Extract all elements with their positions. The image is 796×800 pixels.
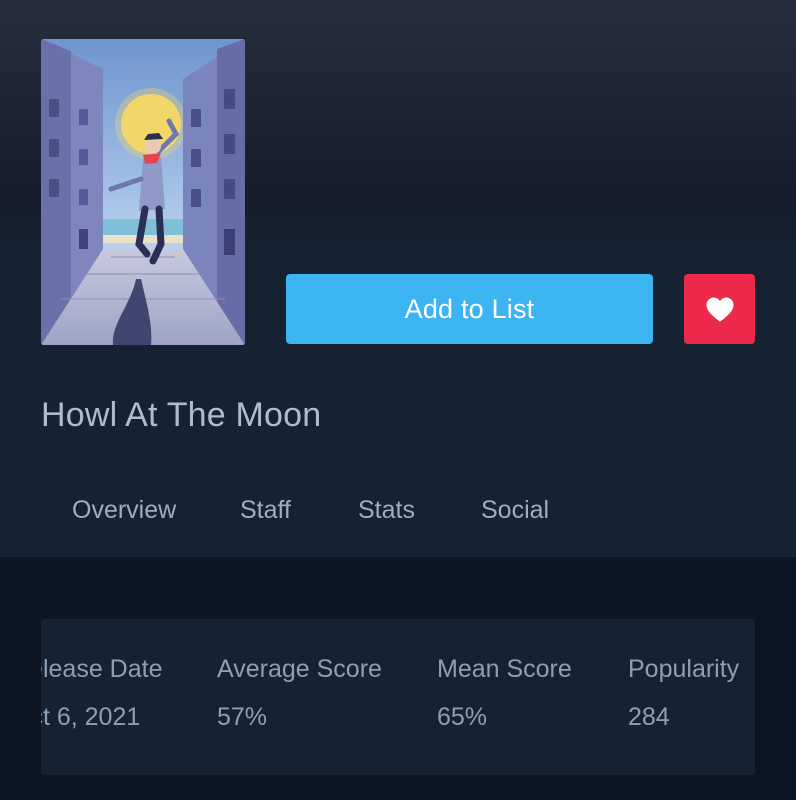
tab-social[interactable]: Social — [481, 488, 549, 532]
cover-image[interactable] — [41, 39, 245, 345]
media-tabs: Overview Staff Stats Social — [0, 488, 796, 532]
stat-label: Mean Score — [437, 655, 572, 683]
stat-value: 65% — [437, 703, 488, 731]
media-title: Howl At The Moon — [41, 396, 322, 434]
add-to-list-button[interactable]: Add to List — [286, 274, 653, 344]
stat-value: 57% — [217, 703, 268, 731]
stats-card: Release Date Oct 6, 2021 Average Score 5… — [41, 619, 755, 775]
stat-value: 284 — [628, 703, 670, 731]
tab-overview[interactable]: Overview — [72, 488, 176, 532]
tab-staff[interactable]: Staff — [240, 488, 291, 532]
media-header: Add to List Howl At The Moon Overview St… — [0, 0, 796, 557]
stat-label: Popularity — [628, 655, 740, 683]
tab-stats[interactable]: Stats — [358, 488, 415, 532]
stat-value: Oct 6, 2021 — [41, 703, 141, 731]
stat-label: Average Score — [217, 655, 382, 683]
heart-icon — [706, 296, 733, 322]
stat-label: Release Date — [41, 655, 163, 683]
media-page: Add to List Howl At The Moon Overview St… — [0, 0, 796, 800]
favourite-button[interactable] — [684, 274, 755, 344]
